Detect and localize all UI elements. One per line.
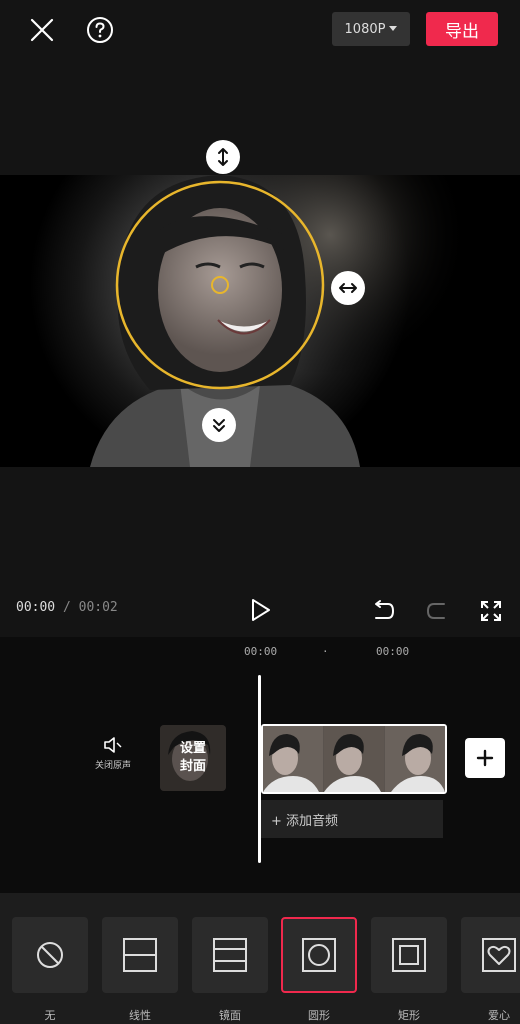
resize-vertical-handle[interactable] — [206, 140, 240, 174]
cover-label-line1: 设置 — [179, 741, 206, 756]
timeline[interactable]: 00:00 · 00:00 关闭原声 设置 封面 + 添加音频 — [0, 637, 520, 893]
mask-option-heart[interactable]: 爱心 — [461, 917, 520, 1023]
fullscreen-button[interactable] — [478, 598, 504, 624]
double-chevron-down-icon — [213, 419, 225, 432]
resolution-value: 1080P — [344, 21, 386, 37]
speaker-icon — [104, 737, 122, 753]
mask-option-label: 圆形 — [308, 1009, 330, 1022]
heart-mask-icon — [482, 938, 516, 972]
undo-icon — [375, 600, 395, 619]
timeline-tick: · — [322, 645, 329, 658]
mask-option-linear[interactable]: 线性 — [102, 917, 178, 1023]
horizontal-arrows-icon — [339, 283, 357, 293]
help-button[interactable] — [84, 14, 116, 46]
mask-option-tile — [192, 917, 268, 993]
undo-button[interactable] — [370, 598, 396, 624]
close-icon — [30, 18, 54, 42]
export-button[interactable]: 导出 — [426, 12, 498, 46]
resize-horizontal-handle[interactable] — [331, 271, 365, 305]
add-audio-button[interactable]: + 添加音频 — [261, 800, 443, 838]
timeline-tick: 00:00 — [376, 645, 410, 658]
cover-label: 设置 封面 — [160, 725, 226, 791]
mask-option-rectangle[interactable]: 矩形 — [371, 917, 447, 1023]
mask-option-label: 镜面 — [219, 1009, 241, 1022]
mask-option-mirror[interactable]: 镜面 — [192, 917, 268, 1023]
plus-icon — [476, 749, 494, 767]
rectangle-mask-icon — [392, 938, 426, 972]
timeline-tick: 00:00 — [244, 645, 278, 658]
current-time: 00:00 — [16, 600, 56, 615]
mask-option-label: 线性 — [129, 1009, 151, 1022]
mask-option-none[interactable]: 无 — [12, 917, 88, 1023]
mask-option-tile — [371, 917, 447, 993]
mute-original-audio-button[interactable]: 关闭原声 — [88, 735, 138, 781]
redo-icon — [426, 603, 445, 619]
fullscreen-icon — [481, 601, 501, 621]
play-button[interactable] — [246, 596, 274, 624]
export-label: 导出 — [445, 21, 479, 42]
mask-option-tile — [461, 917, 520, 993]
preview-image — [0, 175, 520, 467]
caret-down-icon — [389, 26, 398, 31]
no-mask-icon — [37, 942, 63, 968]
mask-option-label: 无 — [44, 1009, 56, 1022]
mask-option-tile — [281, 917, 357, 993]
set-cover-button[interactable]: 设置 封面 — [160, 725, 226, 791]
mask-option-circle[interactable]: 圆形 — [281, 917, 357, 1023]
add-clip-button[interactable] — [465, 738, 505, 778]
video-preview[interactable] — [0, 175, 520, 467]
resolution-select[interactable]: 1080P — [332, 12, 410, 46]
mask-option-tile — [12, 917, 88, 993]
redo-button[interactable] — [424, 598, 450, 624]
playhead[interactable] — [258, 675, 261, 863]
vertical-arrows-icon — [218, 148, 228, 166]
mute-label: 关闭原声 — [94, 761, 131, 771]
play-icon — [252, 599, 270, 621]
help-icon — [87, 17, 113, 43]
video-clip[interactable] — [261, 724, 447, 794]
close-button[interactable] — [26, 14, 58, 46]
mask-option-label: 爱心 — [488, 1009, 510, 1022]
clip-thumbnails — [263, 726, 445, 792]
circle-mask-icon — [302, 938, 336, 972]
time-separator: / — [55, 600, 79, 615]
total-time: 00:02 — [78, 600, 118, 615]
mask-option-label: 矩形 — [398, 1009, 420, 1022]
linear-mask-icon — [123, 938, 157, 972]
mirror-mask-icon — [213, 938, 247, 972]
add-audio-label: + 添加音频 — [271, 813, 339, 829]
feather-handle[interactable] — [202, 408, 236, 442]
time-display: 00:00 / 00:02 — [16, 600, 118, 615]
cover-label-line2: 封面 — [179, 759, 206, 774]
mask-option-tile — [102, 917, 178, 993]
mask-options-bar: 无 线性 镜面 圆形 矩形 爱心 — [0, 893, 520, 1024]
